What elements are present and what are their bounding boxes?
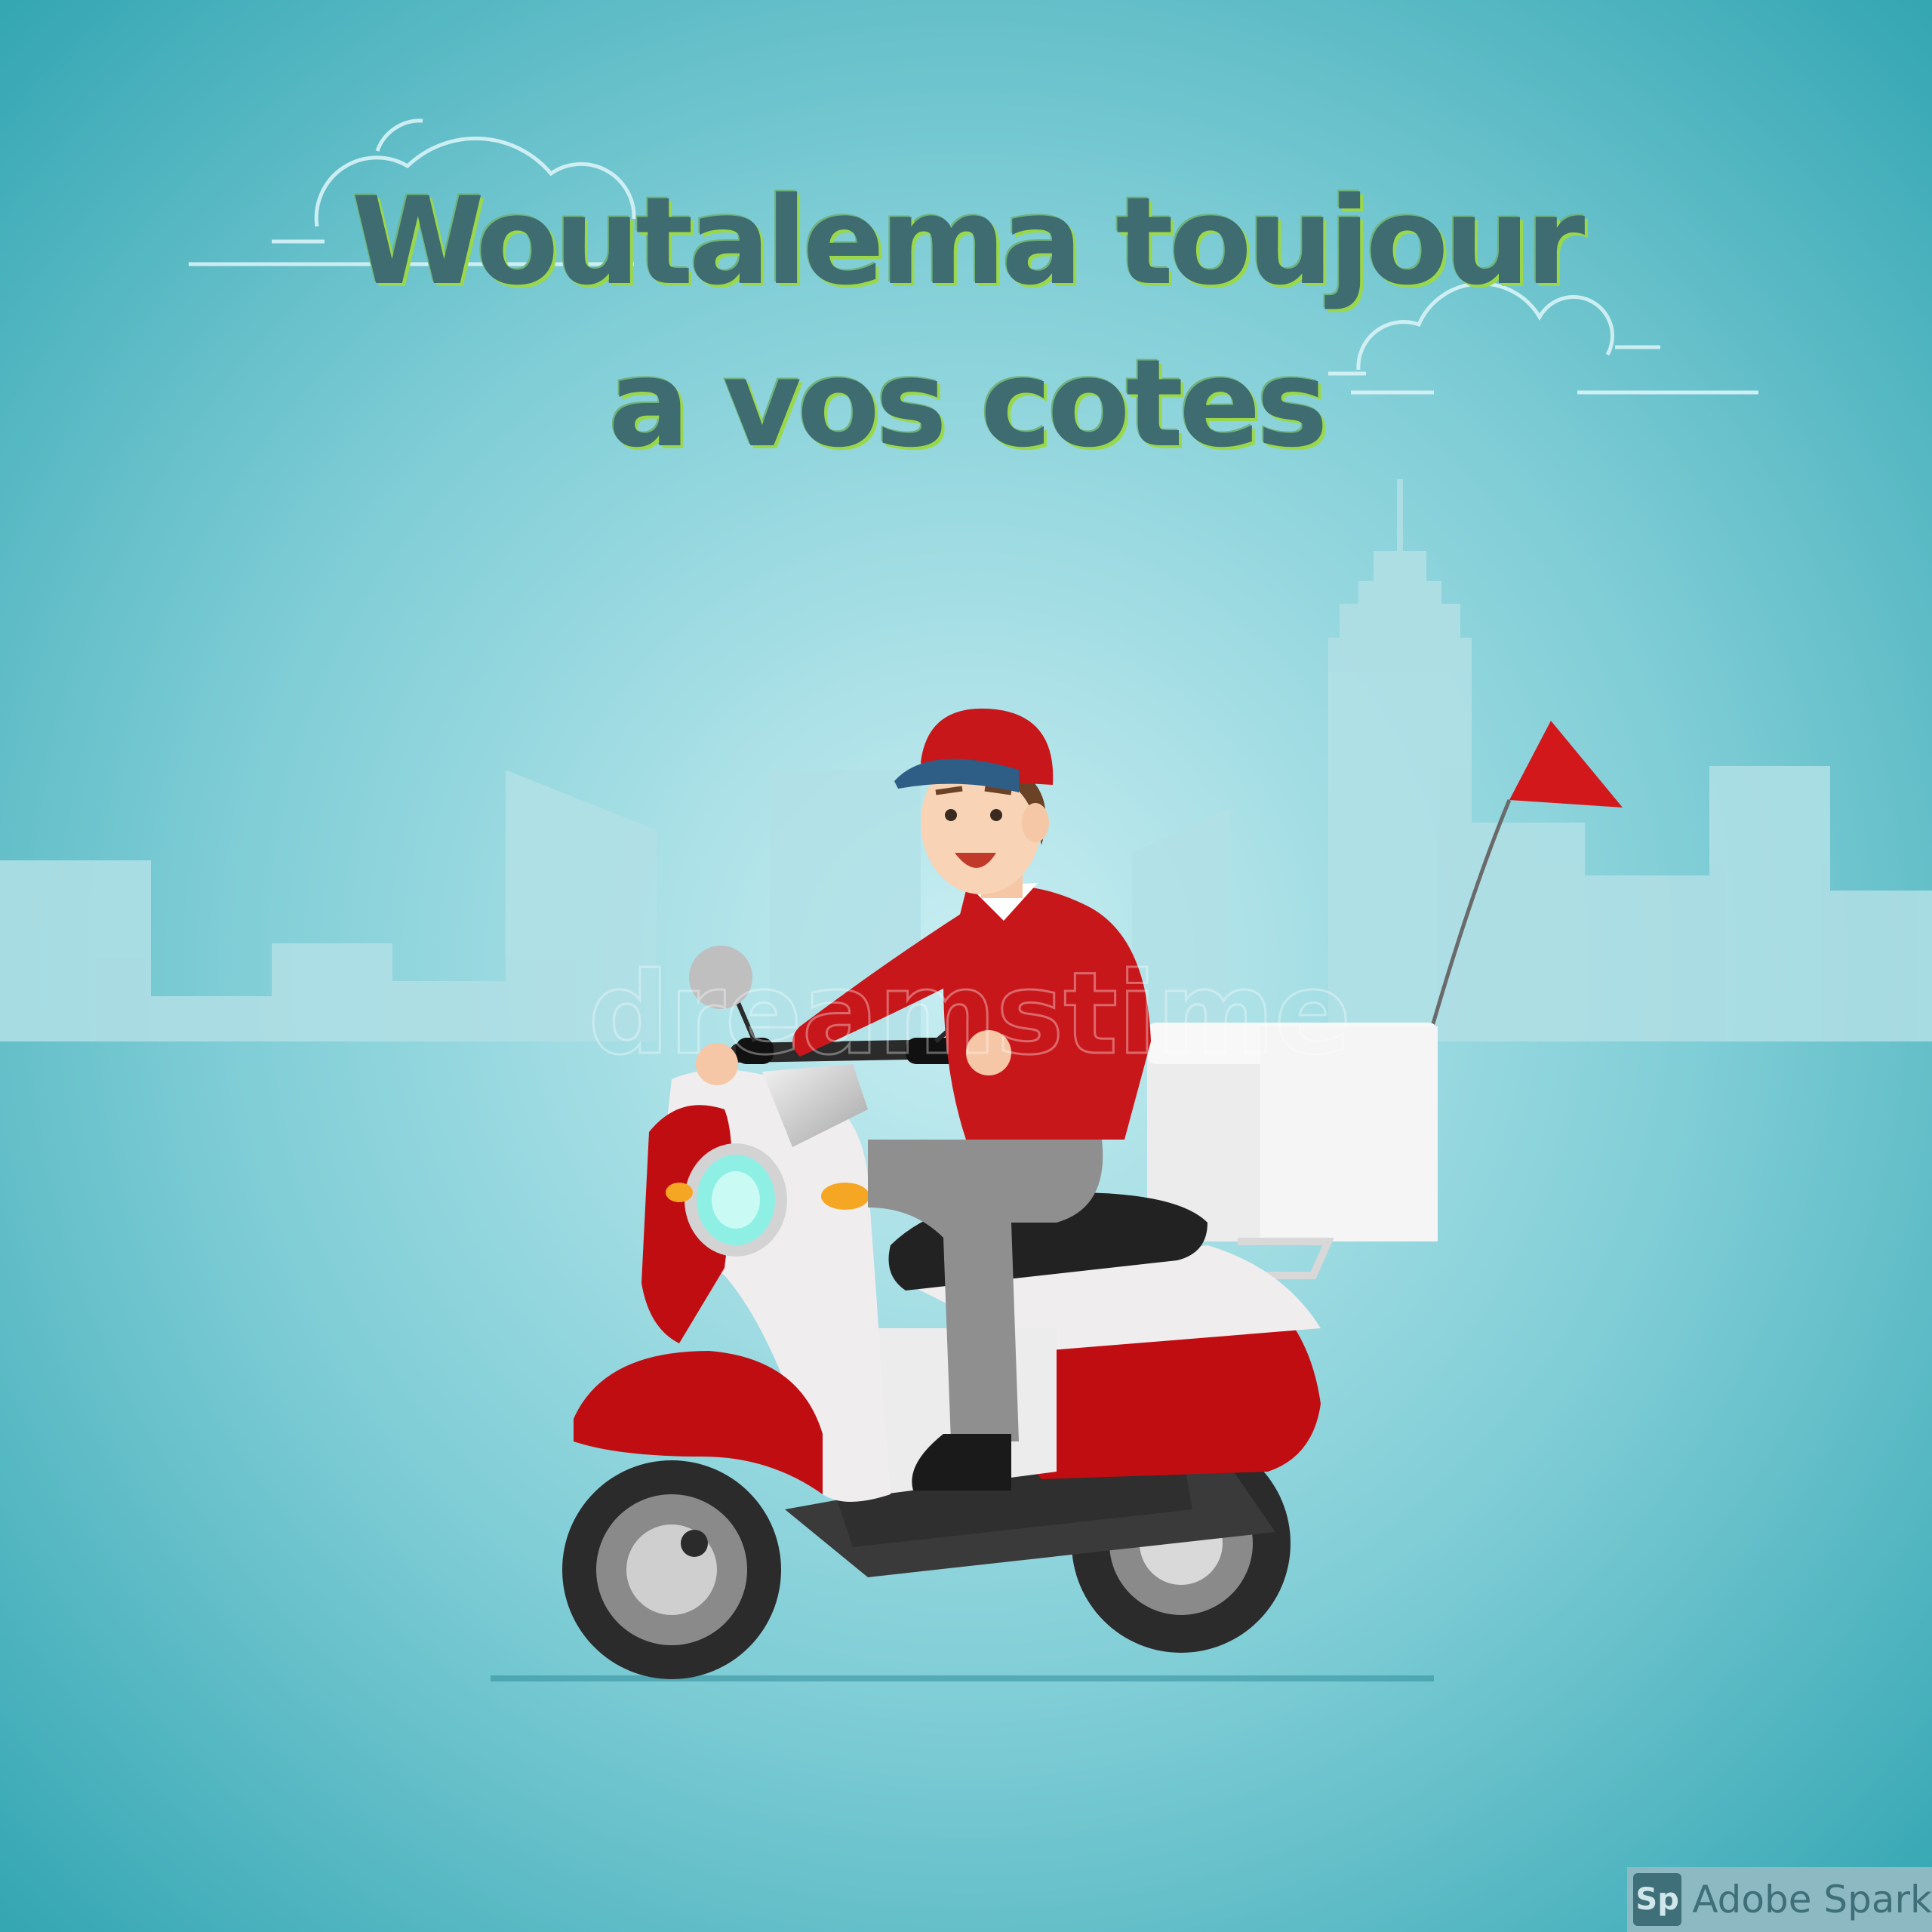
stock-watermark-text: dreamstime: [588, 949, 1351, 1080]
headline-line-2: a vos cotes: [608, 333, 1328, 474]
adobe-spark-label: Adobe Spark: [1692, 1878, 1932, 1921]
headline-line-1: Woutalema toujour: [351, 171, 1586, 312]
adobe-spark-badge: Sp Adobe Spark: [1627, 1867, 1932, 1932]
ground-shadow: [491, 1675, 1434, 1681]
adobe-spark-logo-icon: Sp: [1633, 1873, 1682, 1926]
